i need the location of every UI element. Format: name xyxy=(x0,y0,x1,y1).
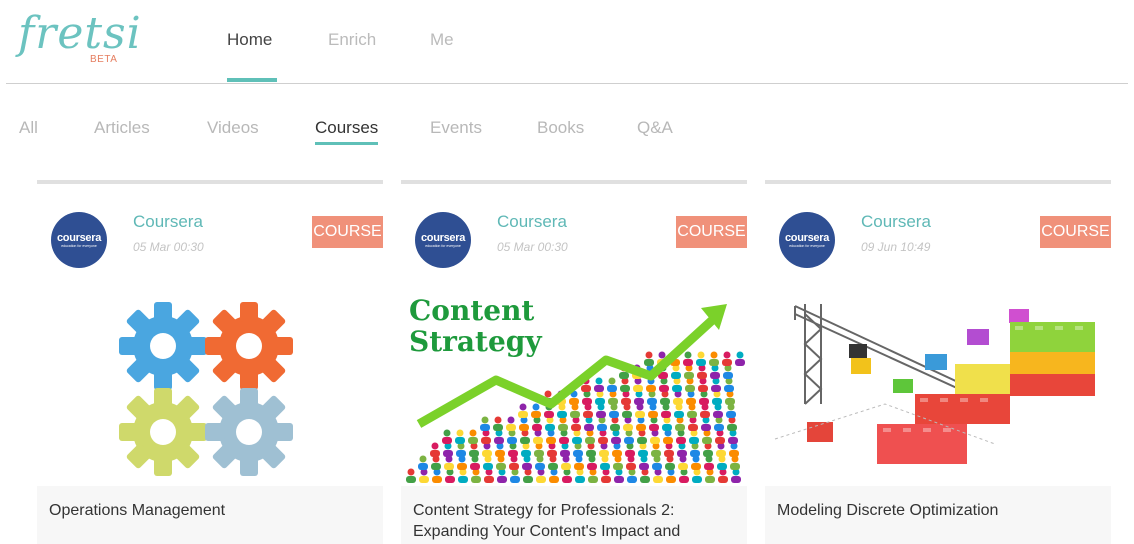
post-date: 05 Mar 00:30 xyxy=(133,240,204,254)
course-title[interactable]: Operations Management xyxy=(49,500,369,521)
card-header: coursera education for everyone Coursera… xyxy=(765,184,1111,294)
course-badge: COURSE xyxy=(312,216,383,248)
course-title[interactable]: Content Strategy for Professionals 2: Ex… xyxy=(413,500,733,542)
avatar[interactable]: coursera education for everyone xyxy=(415,212,471,268)
nav-home[interactable]: Home xyxy=(227,30,272,50)
nav-active-underline xyxy=(227,78,277,82)
nav-me[interactable]: Me xyxy=(430,30,454,50)
content-strategy-image[interactable]: Content Strategy xyxy=(401,294,747,486)
course-badge: COURSE xyxy=(676,216,747,248)
provider-name[interactable]: Coursera xyxy=(497,212,567,232)
avatar-logo-subtext: education for everyone xyxy=(61,243,97,248)
avatar-logo-subtext: education for everyone xyxy=(425,243,461,248)
course-card[interactable]: coursera education for everyone Coursera… xyxy=(37,180,383,544)
avatar-logo-text: coursera xyxy=(56,231,102,244)
image-caption-line2: Strategy xyxy=(409,325,542,358)
card-header: coursera education for everyone Coursera… xyxy=(401,184,747,294)
provider-name[interactable]: Coursera xyxy=(861,212,931,232)
crowd-figures xyxy=(406,351,745,483)
tab-courses[interactable]: Courses xyxy=(315,118,378,138)
course-card[interactable]: coursera education for everyone Coursera… xyxy=(765,180,1111,544)
post-date: 09 Jun 10:49 xyxy=(861,240,931,254)
tab-events[interactable]: Events xyxy=(430,118,482,138)
card-header: coursera education for everyone Coursera… xyxy=(37,184,383,294)
avatar-logo-text: coursera xyxy=(784,231,830,244)
nav-enrich[interactable]: Enrich xyxy=(328,30,376,50)
tab-videos[interactable]: Videos xyxy=(207,118,259,138)
avatar[interactable]: coursera education for everyone xyxy=(779,212,835,268)
logo-beta-badge: BETA xyxy=(90,54,118,65)
image-caption-line1: Content xyxy=(409,294,534,327)
avatar-logo-text: coursera xyxy=(420,231,466,244)
course-badge: COURSE xyxy=(1040,216,1111,248)
lego-crane-image[interactable] xyxy=(765,294,1111,486)
tab-all[interactable]: All xyxy=(19,118,38,138)
tab-active-underline xyxy=(315,142,378,145)
avatar[interactable]: coursera education for everyone xyxy=(51,212,107,268)
avatar-logo-subtext: education for everyone xyxy=(789,243,825,248)
post-date: 05 Mar 00:30 xyxy=(497,240,568,254)
tab-books[interactable]: Books xyxy=(537,118,584,138)
tab-qa[interactable]: Q&A xyxy=(637,118,673,138)
gears-image[interactable] xyxy=(37,294,383,486)
course-title[interactable]: Modeling Discrete Optimization xyxy=(777,500,1097,521)
logo-text: fretsi xyxy=(18,8,142,59)
provider-name[interactable]: Coursera xyxy=(133,212,203,232)
tab-articles[interactable]: Articles xyxy=(94,118,150,138)
header-divider xyxy=(6,83,1128,84)
logo[interactable]: fretsi BETA xyxy=(18,8,141,70)
top-header: fretsi BETA Home Enrich Me xyxy=(0,0,1134,84)
course-card[interactable]: coursera education for everyone Coursera… xyxy=(401,180,747,544)
